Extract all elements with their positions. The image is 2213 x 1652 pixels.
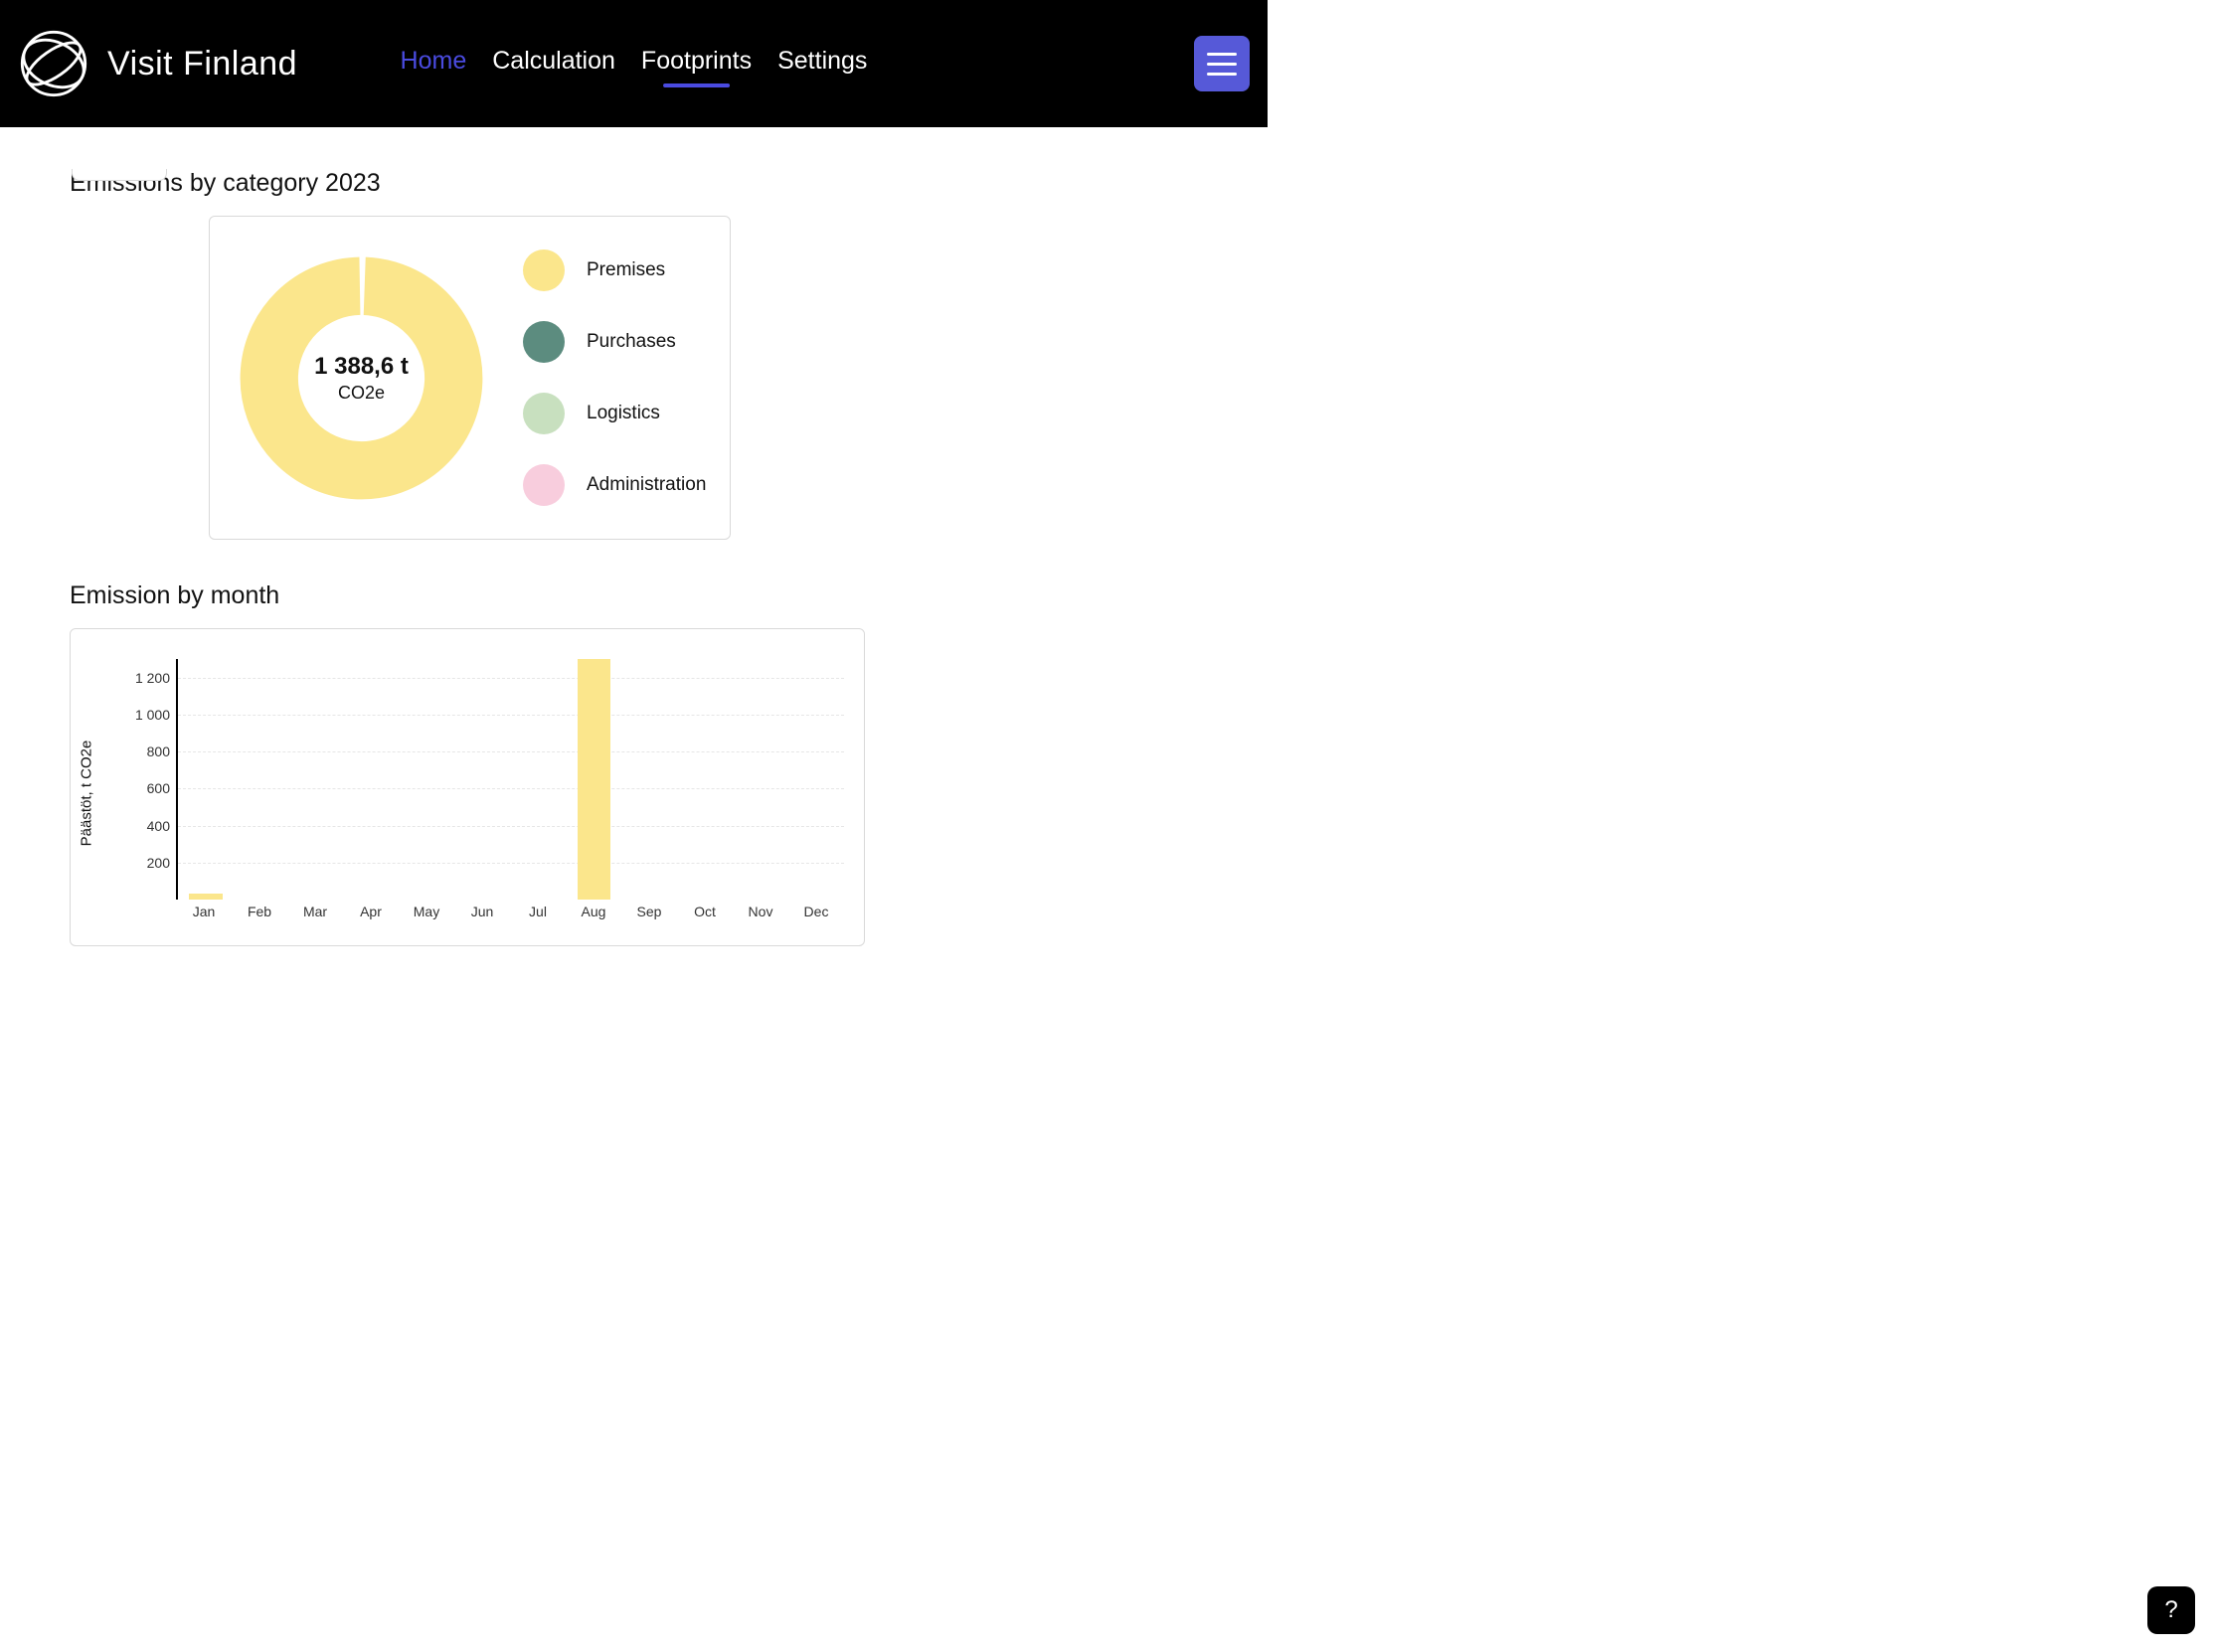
swatch-premises-icon: [523, 249, 565, 291]
brand-logo-icon: [18, 28, 89, 99]
xtick-label: Jan: [176, 904, 232, 927]
bar[interactable]: [578, 659, 610, 900]
bar-chart-title: Emission by month: [70, 581, 1198, 610]
bar-slot: [733, 659, 788, 900]
bar-slot: [344, 659, 400, 900]
ytick-label: 600: [147, 780, 170, 796]
legend-label: Purchases: [587, 331, 676, 353]
bar-slot: [622, 659, 678, 900]
emissions-by-category-card: 1 388,6 t CO2e Premises Purchases Logist…: [209, 216, 731, 540]
donut-legend: Premises Purchases Logistics Administrat…: [523, 249, 706, 506]
donut-center: 1 388,6 t CO2e: [230, 247, 493, 510]
ytick-label: 400: [147, 818, 170, 834]
xtick-label: Dec: [788, 904, 844, 927]
xtick-label: Oct: [677, 904, 733, 927]
nav-settings[interactable]: Settings: [777, 47, 867, 82]
bar-plot-area: 2004006008001 0001 200: [176, 659, 844, 900]
donut-chart: 1 388,6 t CO2e: [230, 247, 493, 510]
nav-footprints[interactable]: Footprints: [641, 47, 752, 82]
swatch-administration-icon: [523, 464, 565, 506]
xtick-label: Aug: [566, 904, 621, 927]
brand[interactable]: Visit Finland: [18, 28, 297, 99]
xtick-label: Jun: [454, 904, 510, 927]
xtick-label: Sep: [621, 904, 677, 927]
legend-label: Premises: [587, 259, 665, 281]
help-icon: ?: [2164, 1596, 2177, 1624]
legend-label: Logistics: [587, 403, 660, 424]
bars: [178, 659, 844, 900]
xtick-label: Feb: [232, 904, 287, 927]
menu-button[interactable]: [1194, 36, 1250, 91]
swatch-logistics-icon: [523, 393, 565, 434]
xtick-label: Jul: [510, 904, 566, 927]
nav-home[interactable]: Home: [401, 47, 467, 82]
bar-xlabels: JanFebMarAprMayJunJulAugSepOctNovDec: [176, 904, 844, 927]
hamburger-icon: [1207, 53, 1237, 56]
bar-slot: [567, 659, 622, 900]
xtick-label: May: [399, 904, 454, 927]
bar-slot: [234, 659, 289, 900]
ytick-label: 800: [147, 743, 170, 759]
bar-slot: [511, 659, 567, 900]
ytick-label: 200: [147, 855, 170, 871]
legend-label: Administration: [587, 474, 706, 496]
help-button[interactable]: ?: [2147, 1586, 2195, 1634]
top-navbar: Visit Finland Home Calculation Footprint…: [0, 0, 1268, 127]
legend-item-premises[interactable]: Premises: [523, 249, 706, 291]
legend-item-purchases[interactable]: Purchases: [523, 321, 706, 363]
bar[interactable]: [189, 894, 222, 900]
bar-slot: [400, 659, 455, 900]
main-nav: Home Calculation Footprints Settings: [401, 47, 868, 82]
bar-slot: [677, 659, 733, 900]
bar-slot: [178, 659, 234, 900]
bar-slot: [455, 659, 511, 900]
xtick-label: Mar: [287, 904, 343, 927]
xtick-label: Apr: [343, 904, 399, 927]
emission-by-month-card: Päästöt, t CO2e 2004006008001 0001 200 J…: [70, 628, 865, 946]
partial-card-above: [72, 169, 167, 181]
ytick-label: 1 200: [135, 670, 170, 686]
bar-ylabel: Päästöt, t CO2e: [79, 741, 95, 847]
bar-slot: [788, 659, 844, 900]
page-content: Emissions by category 2023 1 388,6 t CO2…: [0, 169, 1268, 1006]
ytick-label: 1 000: [135, 707, 170, 723]
swatch-purchases-icon: [523, 321, 565, 363]
brand-name: Visit Finland: [107, 45, 297, 83]
donut-center-value: 1 388,6 t: [314, 353, 409, 381]
xtick-label: Nov: [733, 904, 788, 927]
donut-chart-title: Emissions by category 2023: [70, 169, 1198, 198]
legend-item-logistics[interactable]: Logistics: [523, 393, 706, 434]
donut-center-unit: CO2e: [338, 383, 385, 404]
bar-chart: Päästöt, t CO2e 2004006008001 0001 200 J…: [90, 659, 844, 927]
legend-item-administration[interactable]: Administration: [523, 464, 706, 506]
bar-slot: [289, 659, 345, 900]
nav-calculation[interactable]: Calculation: [492, 47, 615, 82]
